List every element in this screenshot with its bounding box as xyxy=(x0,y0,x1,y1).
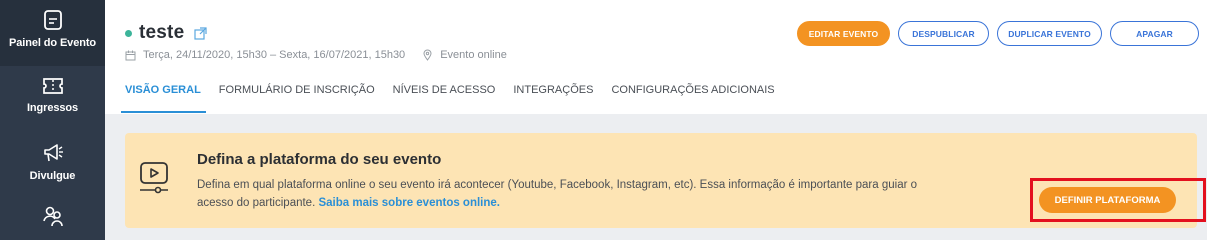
tab-configuracoes-adicionais[interactable]: CONFIGURAÇÕES ADICIONAIS xyxy=(611,84,774,114)
sidebar-item-divulgue[interactable]: Divulgue xyxy=(0,142,105,182)
tab-bar: VISÃO GERAL FORMULÁRIO DE INSCRIÇÃO NÍVE… xyxy=(121,84,793,114)
participants-icon xyxy=(42,206,63,227)
banner-text: Defina em qual plataforma online o seu e… xyxy=(197,176,917,212)
banner-description: Defina em qual plataforma online o seu e… xyxy=(197,179,918,209)
external-link-icon[interactable] xyxy=(194,26,207,40)
header-actions: EDITAR EVENTO DESPUBLICAR DUPLICAR EVENT… xyxy=(789,21,1199,46)
sidebar-item-participants[interactable] xyxy=(0,205,105,227)
event-location: Evento online xyxy=(440,49,507,61)
dashboard-icon xyxy=(43,10,62,30)
event-dates: Terça, 24/11/2020, 15h30 – Sexta, 16/07/… xyxy=(143,49,406,61)
define-platform-button[interactable]: DEFINIR PLATAFORMA xyxy=(1039,187,1176,213)
edit-event-button[interactable]: EDITAR EVENTO xyxy=(797,21,890,46)
sidebar-item-label: Painel do Evento xyxy=(8,37,97,49)
calendar-icon xyxy=(125,50,136,60)
event-title-row: teste xyxy=(125,22,207,44)
status-dot xyxy=(125,29,132,37)
tab-integracoes[interactable]: INTEGRAÇÕES xyxy=(513,84,593,114)
location-pin-icon xyxy=(423,49,432,61)
banner-title: Defina a plataforma do seu evento xyxy=(197,151,442,168)
tab-visao-geral[interactable]: VISÃO GERAL xyxy=(121,84,206,114)
learn-more-link[interactable]: Saiba mais sobre eventos online. xyxy=(318,197,500,209)
event-title: teste xyxy=(139,22,185,43)
megaphone-icon xyxy=(43,144,63,162)
video-player-icon xyxy=(140,162,168,194)
sidebar-item-label: Divulgue xyxy=(29,170,76,182)
main-panel: teste Terça, 24/11/2020, 15h30 – Sexta, … xyxy=(105,0,1207,240)
unpublish-button[interactable]: DESPUBLICAR xyxy=(898,21,989,46)
sidebar-item-painel-do-evento[interactable]: Painel do Evento xyxy=(0,0,105,66)
tab-niveis-acesso[interactable]: NÍVEIS DE ACESSO xyxy=(393,84,496,114)
duplicate-event-button[interactable]: DUPLICAR EVENTO xyxy=(997,21,1102,46)
content-area: Defina a plataforma do seu evento Defina… xyxy=(105,114,1207,240)
sidebar: Painel do Evento Ingressos Divulgue xyxy=(0,0,105,240)
delete-button[interactable]: APAGAR xyxy=(1110,21,1199,46)
platform-banner: Defina a plataforma do seu evento Defina… xyxy=(125,133,1206,228)
sidebar-item-label: Ingressos xyxy=(26,102,79,114)
ticket-icon xyxy=(42,78,63,94)
event-meta: Terça, 24/11/2020, 15h30 – Sexta, 16/07/… xyxy=(125,49,507,61)
sidebar-item-ingressos[interactable]: Ingressos xyxy=(0,76,105,114)
tab-formulario-inscricao[interactable]: FORMULÁRIO DE INSCRIÇÃO xyxy=(219,84,375,114)
highlight-box: DEFINIR PLATAFORMA xyxy=(1030,178,1206,222)
